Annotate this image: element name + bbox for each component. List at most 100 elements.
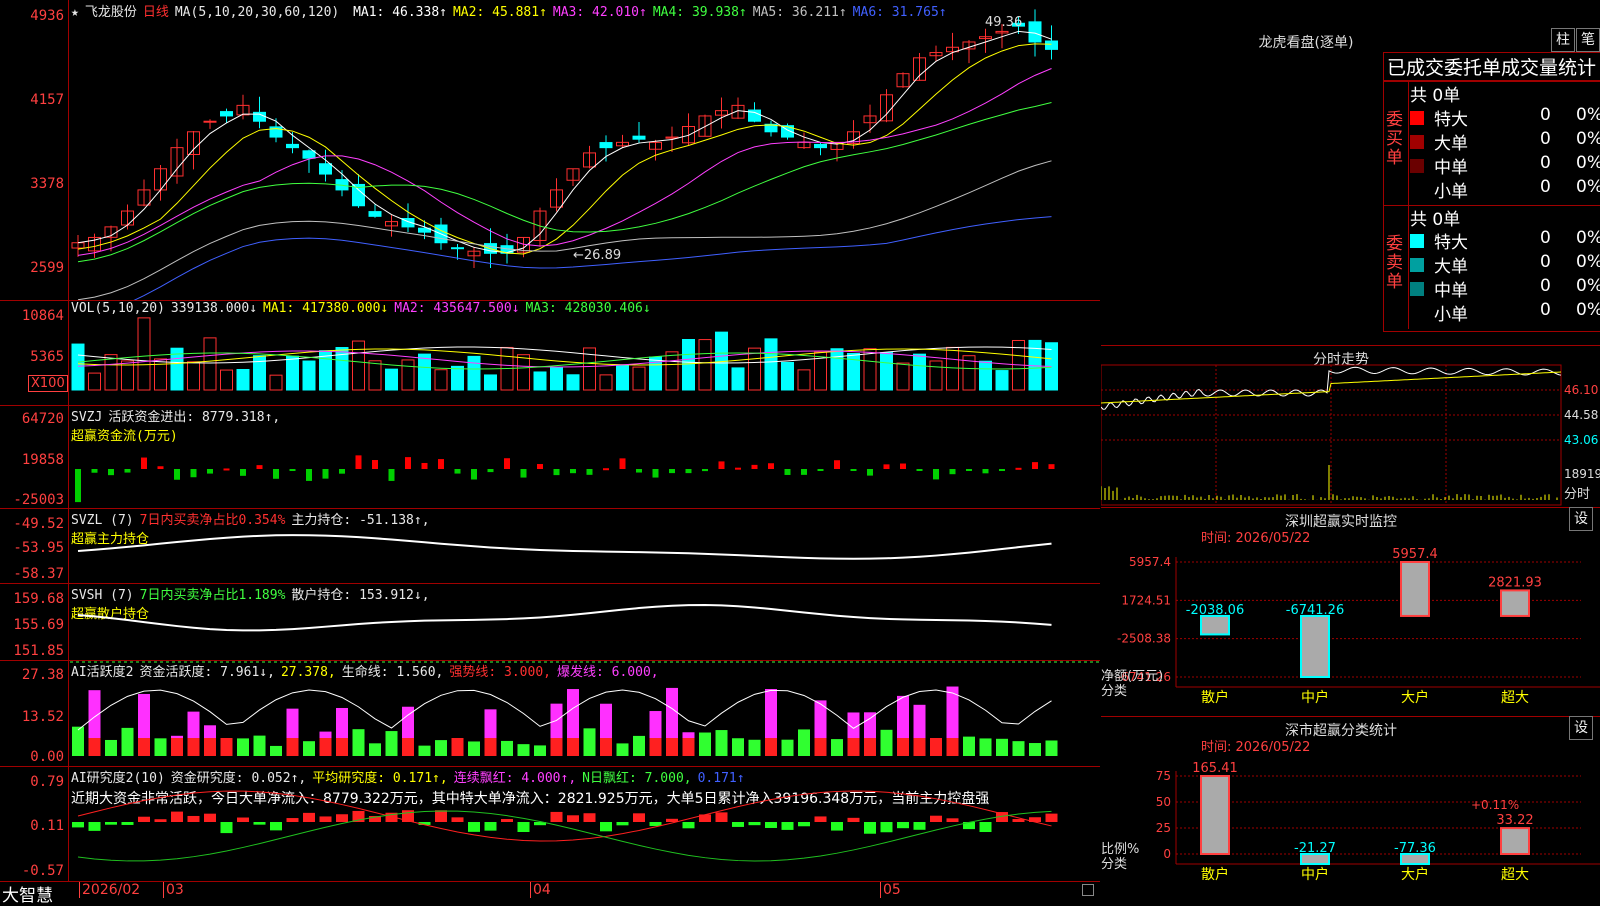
activity-base <box>484 738 497 756</box>
volume-chart <box>71 317 1058 391</box>
flow-bar <box>339 469 345 474</box>
flow-bar <box>586 469 593 475</box>
vol-bar <box>269 374 283 391</box>
volume-panel[interactable]: 10864 5365 X100 VOL(5,10,20) 339138.000↓ M… <box>0 300 1100 406</box>
row-count: 0 <box>1540 252 1551 272</box>
research-bar <box>1012 819 1025 822</box>
research-bar <box>286 818 299 822</box>
flow-bar <box>817 469 824 471</box>
activity-base <box>319 738 332 756</box>
activity-base <box>567 738 579 756</box>
date-axis: 大智慧 2026/02 03 04 05 <box>0 881 1100 906</box>
intra-vol-tick: 18919 <box>1564 467 1600 481</box>
intra-tick: 46.10 <box>1564 383 1599 397</box>
row-pct: 0% <box>1576 228 1600 248</box>
activity-bar <box>435 740 447 756</box>
ai-activity-panel[interactable]: 27.38 13.52 0.00 AI活跃度2 资金活跃度: 7.961↓, 27.… <box>0 660 1100 767</box>
svsh-panel[interactable]: 159.68 155.69 151.85 SVSH (7) 7日内买卖净占比1.1… <box>0 583 1100 661</box>
flow-bar <box>190 469 197 478</box>
value-label: -2038.06 <box>1186 603 1244 618</box>
flow-bar <box>718 461 725 469</box>
tick-mode-button[interactable]: 笔 <box>1576 28 1600 52</box>
color-swatch <box>1410 111 1424 125</box>
candle <box>1028 21 1042 43</box>
date-label: 03 <box>163 882 184 898</box>
flow-bar <box>207 469 213 474</box>
kline-panel[interactable]: 4936 4157 3378 2599 ★ 飞龙股份 日线 MA(5,10,20,30… <box>0 0 1100 301</box>
activity-bar <box>303 741 315 756</box>
date-label: 04 <box>530 882 551 898</box>
vol-bar <box>71 343 85 391</box>
intraday-panel[interactable]: 分时走势 46.10 44.58 43.06 18919 分时 <box>1101 345 1600 508</box>
research-bar <box>253 822 266 825</box>
ai-research-panel[interactable]: 0.79 0.11 -0.57 AI研究度2(10) 资金研究度: 0.052↑,… <box>0 766 1100 882</box>
vol-bar <box>566 374 580 391</box>
vol-bar <box>104 354 118 391</box>
classify-panel: 深市超赢分类统计 设 时间: 2026/05/22 75 50 25 0 165.41 散… <box>1101 716 1600 900</box>
activity-base <box>864 738 876 756</box>
candle <box>1045 40 1058 50</box>
buy-group: 委买单 <box>1384 81 1409 206</box>
flow-bar <box>124 469 131 473</box>
research-bar <box>600 822 612 832</box>
flow-bar <box>372 460 378 469</box>
vol-bar <box>979 360 992 391</box>
flow-bar <box>1032 462 1038 469</box>
activity-bar <box>880 729 893 756</box>
activity-bar <box>781 739 794 756</box>
color-swatch <box>1410 183 1424 197</box>
vol-bar <box>434 369 448 391</box>
order-row: 大单 0 0% <box>1410 252 1600 277</box>
activity-bar <box>1029 743 1041 756</box>
flow-bar <box>603 468 609 471</box>
flow-bar <box>801 469 807 475</box>
monitor-chart: 5957.41724.51-2508.38-6741.26-2038.06散户-… <box>1117 547 1600 706</box>
row-name: 中单 <box>1434 158 1468 178</box>
vol-bar <box>764 338 778 391</box>
research-bar <box>484 822 497 831</box>
flow-bar <box>454 469 461 474</box>
divider <box>1408 205 1600 206</box>
color-swatch <box>1410 282 1424 296</box>
svzl-panel[interactable]: -49.52 -53.95 -58.37 SVZL (7) 7日内买卖净占比0.3… <box>0 508 1100 584</box>
row-count: 0 <box>1540 276 1551 296</box>
research-bar <box>72 822 84 828</box>
flow-bar <box>388 469 395 481</box>
research-bar <box>451 817 464 822</box>
vol-bar <box>88 372 101 391</box>
row-name: 特大 <box>1434 110 1468 130</box>
flow-bar <box>141 457 147 469</box>
candlestick-chart[interactable]: 49.36 ←26.89 <box>0 0 1100 300</box>
category-label: 中户 <box>1301 866 1329 883</box>
row-name: 大单 <box>1434 134 1468 154</box>
activity-base <box>550 738 563 756</box>
activity-bar <box>732 738 744 756</box>
category-label: 大户 <box>1401 866 1429 883</box>
order-row: 中单 0 0% <box>1410 153 1600 178</box>
activity-base <box>220 738 233 756</box>
research-bar <box>1045 813 1058 822</box>
flow-bar <box>174 469 180 480</box>
bar-mode-button[interactable]: 柱 <box>1551 28 1575 52</box>
row-count: 0 <box>1540 129 1551 149</box>
research-bar <box>220 822 233 834</box>
extra-label: +0.11% <box>1471 798 1519 812</box>
lock-icon[interactable] <box>1082 884 1094 896</box>
row-pct: 0% <box>1576 105 1600 125</box>
research-bar <box>319 816 332 822</box>
svzj-panel[interactable]: 64720 19858 -25003 SVZJ 活跃资金进出: 8779.318↑… <box>0 405 1100 509</box>
flow-bar <box>784 469 791 475</box>
research-bar <box>270 822 282 831</box>
research-bar <box>105 822 117 825</box>
flow-bar <box>619 458 626 469</box>
activity-bar <box>501 740 513 756</box>
value-bar <box>1300 614 1330 678</box>
research-bar <box>798 822 810 827</box>
value-bar <box>1200 775 1230 855</box>
row-pct: 0% <box>1576 252 1600 272</box>
row-pct: 0% <box>1576 129 1600 149</box>
flow-bar <box>916 469 923 471</box>
stat-tab[interactable]: 已成交委托单成交量统计 <box>1383 52 1600 82</box>
intraday-chart[interactable] <box>1101 345 1600 507</box>
activity-base <box>204 738 216 756</box>
